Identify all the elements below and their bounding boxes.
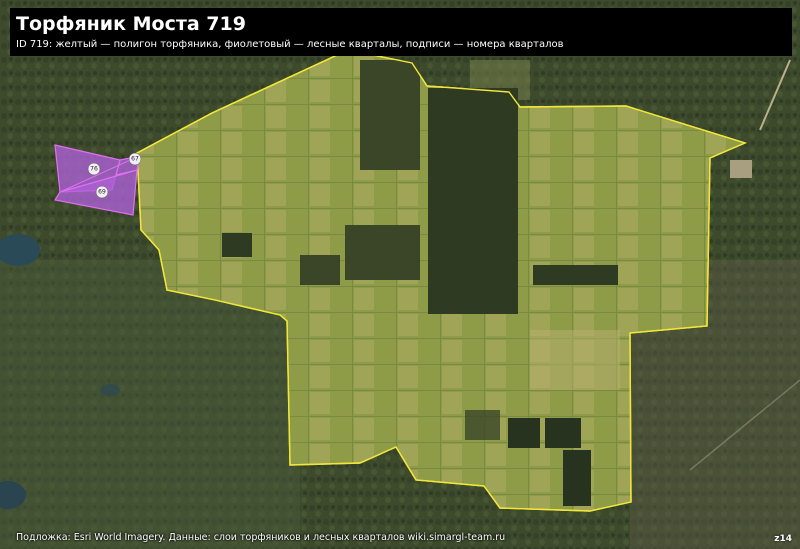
pond-2 xyxy=(545,418,581,448)
title-banner: Торфяник Моста 719 ID 719: желтый — поли… xyxy=(10,8,792,56)
bog-patch-light xyxy=(530,330,620,390)
quarter-label-69: 69 xyxy=(95,185,109,199)
svg-text:67: 67 xyxy=(131,156,139,163)
lake-small xyxy=(100,384,120,396)
peat-cutting-south xyxy=(465,410,500,440)
pond-3 xyxy=(563,450,591,506)
svg-text:69: 69 xyxy=(98,189,106,196)
quarter-label-76: 76 xyxy=(87,162,101,176)
svg-text:76: 76 xyxy=(90,166,98,173)
peat-cutting-east xyxy=(533,265,618,285)
peat-cutting-central xyxy=(428,88,518,314)
village-northeast xyxy=(730,160,752,178)
quarter-label-67: 67 xyxy=(128,152,142,166)
peat-cutting-west-1 xyxy=(345,225,420,280)
map-canvas[interactable]: 76 67 69 xyxy=(0,0,800,549)
map-legend-description: ID 719: желтый — полигон торфяника, фиол… xyxy=(16,39,564,50)
zoom-level: z14 xyxy=(774,534,792,544)
pond-1 xyxy=(508,418,540,448)
peat-cutting-north xyxy=(360,60,420,170)
attribution-text: Подложка: Esri World Imagery. Данные: сл… xyxy=(16,532,506,543)
peat-cutting-west-2 xyxy=(222,233,252,257)
peat-cutting-lines xyxy=(300,255,340,285)
map-title: Торфяник Моста 719 xyxy=(16,13,246,35)
